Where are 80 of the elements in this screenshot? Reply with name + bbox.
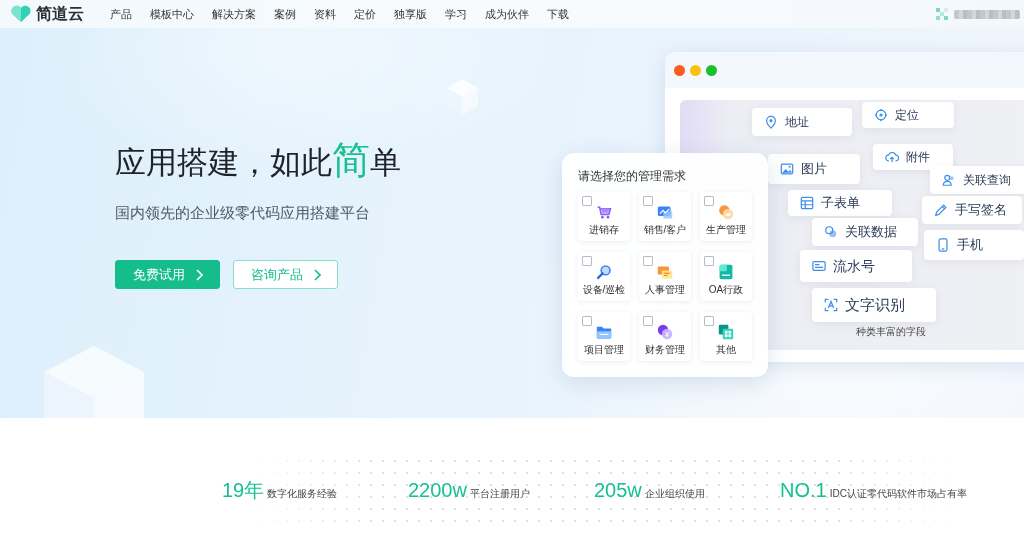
hero-title: 应用搭建，如此简单 <box>115 138 401 183</box>
cart-icon <box>596 204 612 220</box>
chevron-right-icon <box>313 268 321 281</box>
checkbox[interactable] <box>582 196 592 206</box>
checkbox[interactable] <box>704 316 714 326</box>
grid-icon <box>718 324 734 340</box>
nav-link[interactable]: 案例 <box>274 6 296 22</box>
checkbox[interactable] <box>582 256 592 266</box>
table-icon <box>800 196 814 210</box>
people-icon <box>942 173 956 187</box>
nav-link[interactable]: 资料 <box>314 6 336 22</box>
nav-link[interactable]: 下载 <box>547 6 569 22</box>
option-tile[interactable]: 销售/客户 <box>639 192 691 241</box>
phone-icon <box>936 238 950 252</box>
option-tile[interactable]: 进销存 <box>578 192 630 241</box>
option-tile[interactable]: 财务管理 <box>639 312 691 361</box>
linked-circles-icon <box>824 225 838 239</box>
field-label: 手写签名 <box>955 202 1007 218</box>
field-label: 定位 <box>895 107 919 123</box>
overlapping-circles-icon <box>718 204 734 220</box>
coin-icon <box>657 324 673 340</box>
card-icon <box>812 259 826 273</box>
blurred-text-bar <box>954 9 1020 19</box>
option-tile[interactable]: 人事管理 <box>639 252 691 301</box>
stat-value: 205w <box>594 478 642 502</box>
option-tile[interactable]: 生产管理 <box>700 192 752 241</box>
mosaic-icon <box>936 8 948 20</box>
close-dot-icon <box>674 64 685 76</box>
field-label: 地址 <box>785 114 809 130</box>
stat-label: 平台注册用户 <box>469 488 530 500</box>
checkbox[interactable] <box>643 316 653 326</box>
chevron-right-icon <box>195 268 203 281</box>
document-icon <box>718 264 734 280</box>
pen-icon <box>934 203 948 217</box>
logo-heart-icon[interactable] <box>10 5 32 23</box>
stat-value: NO.1 <box>780 478 827 502</box>
image-icon <box>780 162 794 176</box>
option-tile[interactable]: 项目管理 <box>578 312 630 361</box>
option-tile[interactable]: 其他 <box>700 312 752 361</box>
field-label: 子表单 <box>821 195 860 211</box>
checkbox[interactable] <box>643 196 653 206</box>
nav-link[interactable]: 学习 <box>445 6 467 22</box>
field-label: 流水号 <box>833 257 875 275</box>
folder-icon <box>596 324 612 340</box>
nav-link[interactable]: 解决方案 <box>212 6 256 22</box>
stat-value: 2200w <box>408 478 467 502</box>
palette-caption: 种类丰富的字段 <box>856 326 926 338</box>
hero-subtitle: 国内领先的企业级零代码应用搭建平台 <box>115 203 370 223</box>
picker-title: 请选择您的管理需求 <box>578 168 687 184</box>
checkbox[interactable] <box>582 316 592 326</box>
minimize-dot-icon <box>690 64 701 76</box>
card-icon <box>657 264 673 280</box>
field-label: 图片 <box>801 161 827 177</box>
option-tile[interactable]: 设备/巡检 <box>578 252 630 301</box>
chart-icon <box>657 204 673 220</box>
nav-link[interactable]: 模板中心 <box>150 6 194 22</box>
checkbox[interactable] <box>643 256 653 266</box>
checkbox[interactable] <box>704 256 714 266</box>
stat-label: 数字化服务经验 <box>267 488 338 500</box>
nav-link[interactable]: 产品 <box>110 6 132 22</box>
nav-link[interactable]: 成为伙伴 <box>485 6 529 22</box>
maximize-dot-icon <box>706 64 717 76</box>
text-scan-icon <box>824 298 838 312</box>
magnifier-icon <box>596 264 612 280</box>
location-pin-icon <box>764 115 778 129</box>
stat-value: 19年 <box>222 478 265 502</box>
checkbox[interactable] <box>704 196 714 206</box>
field-label: 关联查询 <box>963 172 1011 188</box>
field-label: 关联数据 <box>845 224 897 240</box>
cloud-upload-icon <box>885 150 899 164</box>
field-label: 文字识别 <box>845 296 905 314</box>
stat-label: IDC认证零代码软件市场占有率 <box>829 488 967 500</box>
stat-label: 企业组织使用 <box>644 488 705 500</box>
field-label: 手机 <box>957 237 983 253</box>
option-tile[interactable]: OA行政 <box>700 252 752 301</box>
nav-link[interactable]: 独享版 <box>394 6 427 22</box>
logo-text[interactable]: 简道云 <box>36 4 84 24</box>
field-label: 附件 <box>906 149 930 165</box>
crosshair-icon <box>874 108 888 122</box>
nav-link[interactable]: 定价 <box>354 6 376 22</box>
